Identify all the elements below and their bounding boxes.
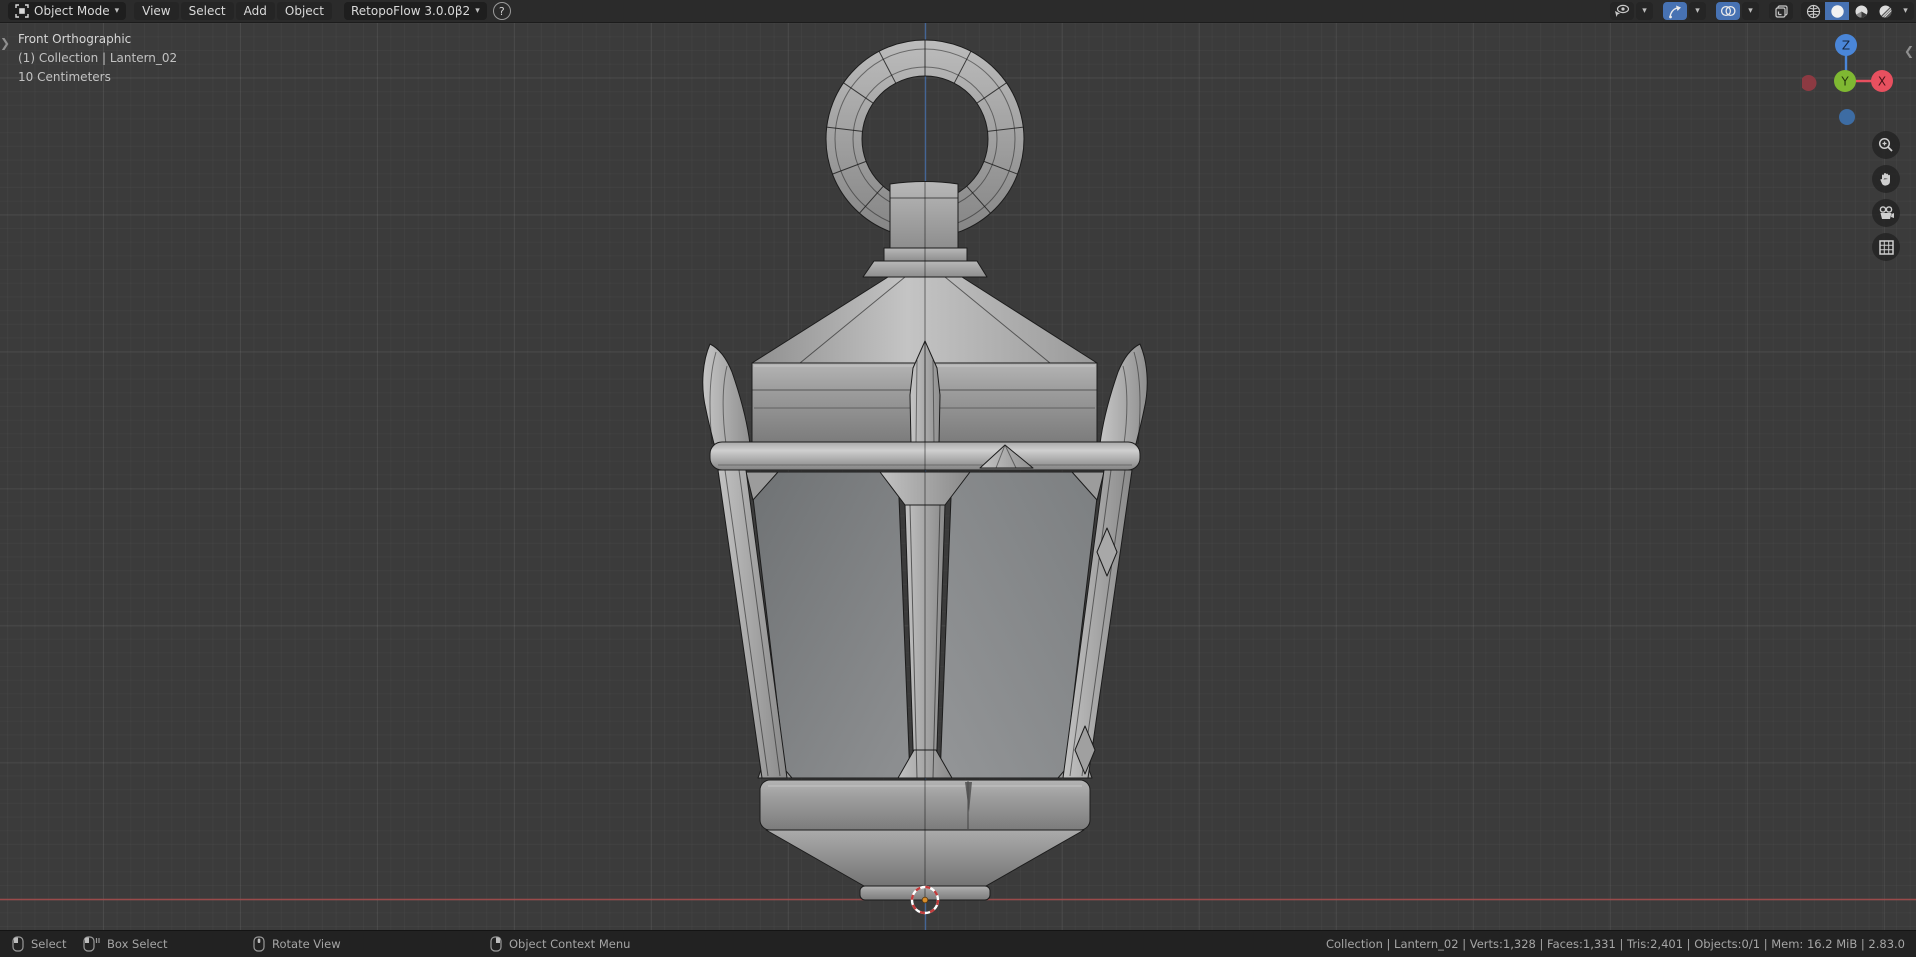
magnifier-plus-icon: [1878, 137, 1893, 152]
shading-solid-button[interactable]: [1825, 2, 1849, 20]
shading-mode-group: ▾: [1801, 2, 1914, 20]
grid-icon: [1878, 239, 1894, 255]
blender-window: { "header": { "mode_label": "Object Mode…: [0, 0, 1916, 957]
hint-context-menu: Object Context Menu: [490, 931, 630, 957]
svg-text:Y: Y: [1840, 75, 1849, 89]
visibility-dropdown[interactable]: ▾: [1636, 2, 1653, 20]
mouse-middle-icon: [253, 936, 265, 952]
zoom-tool-button[interactable]: [1872, 131, 1900, 159]
visibility-eye-icon: [1615, 4, 1630, 17]
solid-sphere-icon: [1830, 4, 1844, 18]
camera-view-button[interactable]: [1872, 199, 1900, 227]
mouse-left-icon: [12, 936, 24, 952]
menu-object[interactable]: Object: [276, 2, 332, 20]
hint-label: Rotate View: [272, 937, 341, 951]
header-toggles: ▾ ▾ ▾ ▾: [1608, 2, 1914, 20]
svg-text:X: X: [1878, 75, 1886, 89]
sidebar-expand-chevron[interactable]: ❮: [1904, 44, 1914, 58]
xray-toggle[interactable]: [1769, 2, 1793, 20]
scene-stats: Collection | Lantern_02 | Verts:1,328 | …: [1325, 937, 1905, 951]
rendered-sphere-icon: [1879, 5, 1892, 18]
chevron-down-icon: ▾: [114, 5, 120, 16]
xray-icon: [1774, 4, 1788, 18]
view-name-label: Front Orthographic: [18, 32, 132, 46]
shading-material-button[interactable]: [1849, 2, 1873, 20]
mouse-right-icon: [490, 936, 502, 952]
hint-label: Object Context Menu: [509, 937, 631, 951]
retopoflow-label: RetopoFlow 3.0.0β2: [350, 4, 471, 18]
gizmo-icon: [1668, 5, 1681, 18]
shading-rendered-button[interactable]: [1873, 2, 1897, 20]
gizmo-neg-z-ball[interactable]: [1839, 109, 1855, 125]
navigation-gizmo[interactable]: Z Y X: [1802, 28, 1902, 132]
gizmo-neg-x-ball[interactable]: [1802, 75, 1817, 91]
hint-label: Box Select: [107, 937, 168, 951]
ortho-grid-button[interactable]: [1872, 233, 1900, 261]
chevron-down-icon: ▾: [475, 5, 480, 16]
retopoflow-help-button[interactable]: ?: [492, 2, 511, 20]
overlays-dropdown[interactable]: ▾: [1742, 2, 1759, 20]
mode-selector[interactable]: Object Mode ▾: [8, 2, 127, 20]
menu-select[interactable]: Select: [180, 2, 234, 20]
grid-scale-label: 10 Centimeters: [18, 70, 111, 84]
mouse-left-drag-icon: [83, 936, 100, 952]
svg-text:Z: Z: [1842, 39, 1850, 53]
hint-rotate-view: Rotate View: [253, 931, 341, 957]
viewport-side-tools: [1872, 131, 1900, 261]
viewport-header: Object Mode ▾ View Select Add Object Ret…: [0, 0, 1916, 23]
hint-select: Select: [12, 931, 66, 957]
material-sphere-icon: [1855, 5, 1867, 17]
hint-label: Select: [31, 937, 67, 951]
viewport-overlay-text: Front Orthographic (1) Collection | Lant…: [18, 30, 177, 87]
object-mode-icon: [15, 4, 29, 18]
gizmo-dropdown[interactable]: ▾: [1689, 2, 1706, 20]
menu-view[interactable]: View: [134, 2, 179, 20]
wireframe-sphere-icon: [1806, 4, 1820, 18]
hand-icon: [1880, 173, 1890, 186]
retopoflow-menu[interactable]: RetopoFlow 3.0.0β2 ▾: [343, 2, 487, 20]
shading-wireframe-button[interactable]: [1801, 2, 1825, 20]
menu-add[interactable]: Add: [235, 2, 275, 20]
object-visibility-button[interactable]: [1610, 2, 1634, 20]
toolbar-expand-chevron[interactable]: ❯: [0, 36, 10, 50]
hint-box-select: Box Select: [83, 931, 168, 957]
scene-canvas: [0, 0, 1916, 931]
camera-icon: [1879, 205, 1894, 219]
viewport-3d[interactable]: [0, 0, 1916, 931]
mode-label: Object Mode: [34, 4, 110, 18]
overlays-icon: [1720, 5, 1736, 17]
status-bar: Select Box Select Rotate View Object Con…: [0, 930, 1916, 957]
show-gizmo-toggle[interactable]: [1663, 2, 1687, 20]
pan-tool-button[interactable]: [1872, 165, 1900, 193]
shading-dropdown[interactable]: ▾: [1897, 2, 1914, 20]
context-label: (1) Collection | Lantern_02: [18, 51, 178, 65]
show-overlays-toggle[interactable]: [1716, 2, 1740, 20]
